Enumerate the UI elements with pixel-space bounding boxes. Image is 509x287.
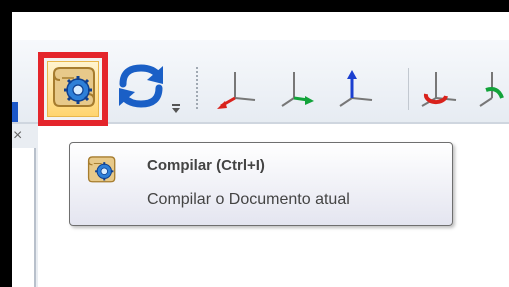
rotate-y-button[interactable] [472,64,509,112]
scroll-gear-icon [87,156,116,183]
toolbar-separator [408,68,409,110]
axis-green-y-icon [281,72,314,107]
left-panel-content [12,148,36,287]
axis-rotate-green-icon [479,72,504,107]
panel-close-icon[interactable]: × [13,127,22,145]
axis-blue-z-icon [339,70,373,107]
axis-y-button[interactable] [274,64,318,112]
toolbar-grip[interactable] [195,66,199,110]
compile-button-highlight [38,52,108,126]
refresh-button[interactable] [111,62,171,110]
scroll-gear-icon [53,67,95,107]
compile-button[interactable] [47,61,99,117]
tooltip-description: Compilar o Documento atual [147,191,350,208]
toolbar-overflow-icon[interactable] [172,104,180,114]
refresh-arrows-icon [119,64,163,108]
rotate-x-button[interactable] [416,64,460,112]
left-panel: × [12,124,38,287]
axis-x-button[interactable] [215,64,259,112]
axis-z-button[interactable] [332,64,376,112]
tooltip-title: Compilar (Ctrl+I) [147,157,265,174]
application-window: × Compilar (Ctrl+I) Compilar o Documento… [12,12,509,287]
axis-rotate-red-icon [421,72,457,107]
axis-red-x-icon [217,72,256,109]
tooltip: Compilar (Ctrl+I) Compilar o Documento a… [69,142,453,226]
